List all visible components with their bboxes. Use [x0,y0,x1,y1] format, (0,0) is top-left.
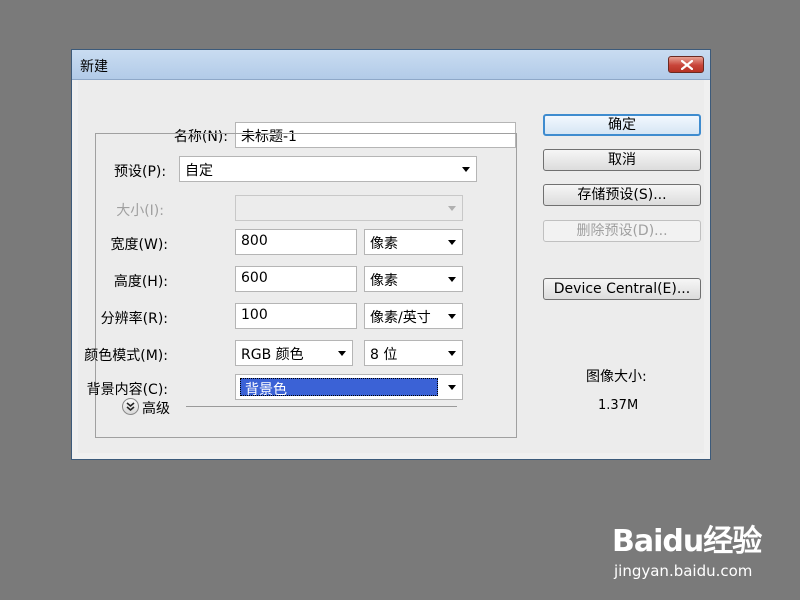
advanced-toggle-button[interactable] [122,398,139,415]
chevron-down-icon [448,240,456,245]
color-mode-value: RGB 颜色 [241,347,304,363]
chevron-down-icon [462,167,470,172]
chevron-down-icon [448,385,456,390]
cancel-button[interactable]: 取消 [543,149,701,171]
height-unit-value: 像素 [370,273,398,289]
close-icon [681,60,693,70]
close-button[interactable] [668,56,704,73]
image-size-value: 1.37M [598,398,639,413]
resolution-unit-value: 像素/英寸 [370,310,431,326]
width-input[interactable]: 800 [235,229,357,255]
size-select [235,195,463,221]
dialog-body: 名称(N): 未标题-1 预设(P): 自定 大小(I): 宽度(W): 800… [78,80,704,453]
watermark-site: jingyan.baidu.com [614,562,753,580]
color-mode-select[interactable]: RGB 颜色 [235,340,353,366]
chevron-down-icon [448,206,456,211]
chevron-down-icon [448,351,456,356]
chevron-down-icon [338,351,346,356]
new-document-dialog: 新建 名称(N): 未标题-1 预设(P): 自定 大小(I): 宽度(W): … [71,49,711,460]
width-unit-select[interactable]: 像素 [364,229,463,255]
preset-select[interactable]: 自定 [179,156,477,182]
bit-depth-select[interactable]: 8 位 [364,340,463,366]
background-select[interactable]: 背景色 [235,374,463,400]
ok-button[interactable]: 确定 [543,114,701,136]
dialog-title: 新建 [80,59,108,75]
baidu-jingyan-watermark: Baidu经验 jingyan.baidu.com [612,516,792,586]
double-chevron-down-icon [126,402,135,412]
size-label: 大小(I): [116,203,164,219]
preset-value: 自定 [185,163,213,179]
resolution-input[interactable]: 100 [235,303,357,329]
device-central-button[interactable]: Device Central(E)... [543,278,701,300]
save-preset-button[interactable]: 存储预设(S)... [543,184,701,206]
height-unit-select[interactable]: 像素 [364,266,463,292]
delete-preset-button: 删除预设(D)... [543,220,701,242]
resolution-label: 分辨率(R): [100,311,168,327]
preset-label: 预设(P): [110,161,171,181]
advanced-label: 高级 [142,401,170,417]
image-size-label: 图像大小: [586,369,647,385]
watermark-brand: Baidu经验 [612,524,762,559]
title-bar[interactable]: 新建 [72,50,710,80]
width-unit-value: 像素 [370,236,398,252]
background-value: 背景色 [240,378,438,398]
width-label: 宽度(W): [110,237,168,253]
height-label: 高度(H): [113,274,168,290]
advanced-divider [186,406,457,407]
chevron-down-icon [448,277,456,282]
height-input[interactable]: 600 [235,266,357,292]
bit-depth-value: 8 位 [370,347,398,363]
background-label: 背景内容(C): [86,382,168,398]
color-mode-label: 颜色模式(M): [84,348,168,364]
resolution-unit-select[interactable]: 像素/英寸 [364,303,463,329]
chevron-down-icon [448,314,456,319]
